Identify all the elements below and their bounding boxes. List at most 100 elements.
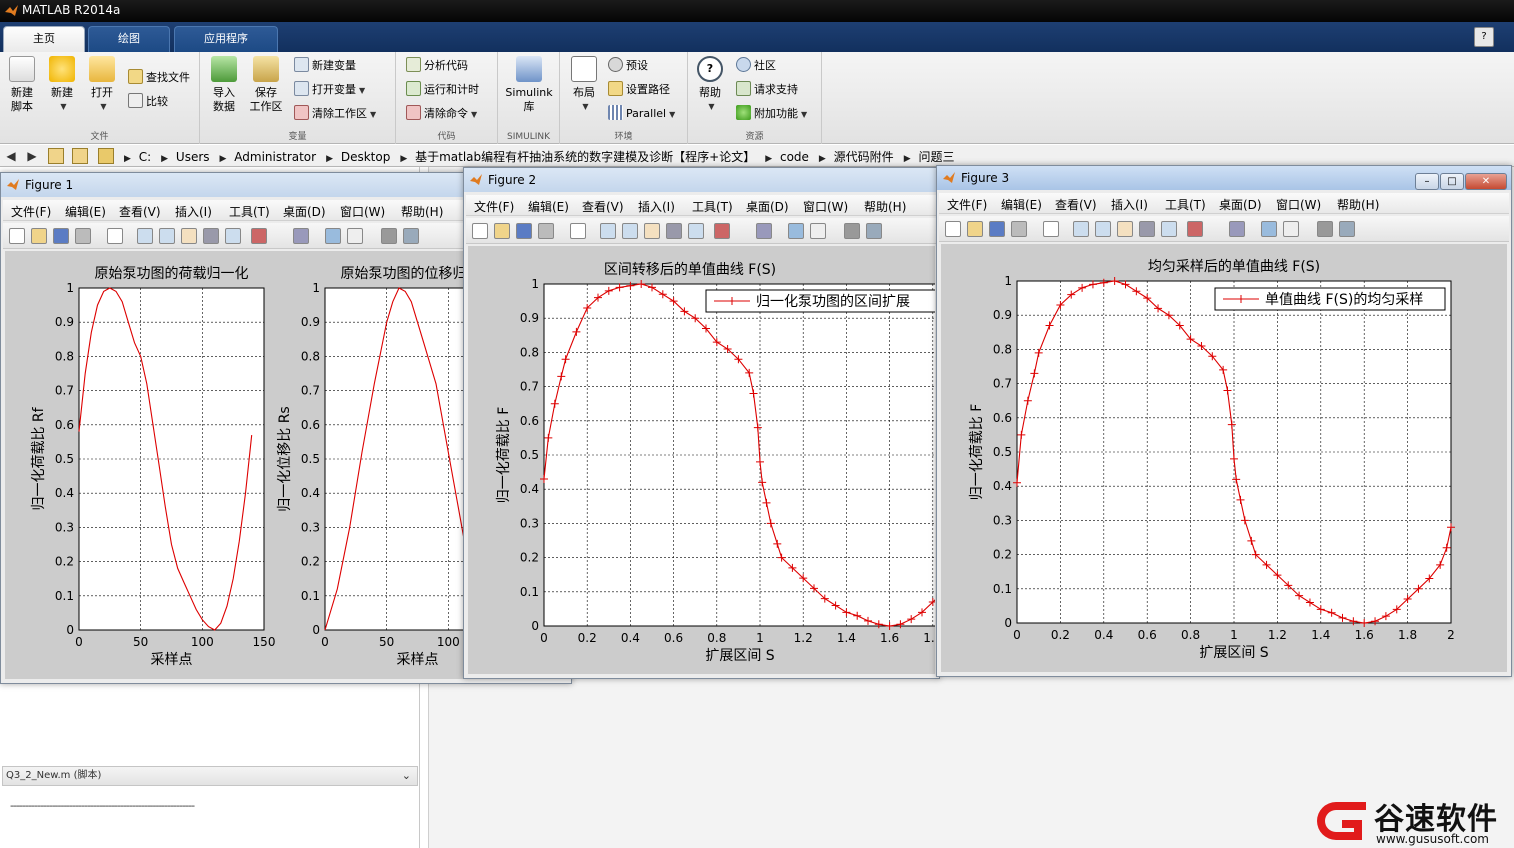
brush-icon[interactable] [714, 223, 730, 239]
open-variable-button[interactable]: 打开变量 ▼ [294, 80, 365, 100]
figure-canvas[interactable]: 0 0.1 0.2 0.3 0.4 0.5 0.6 0.7 0.8 0.9 1 0 0.2 0.4 0.6 0… [941, 244, 1507, 672]
figure-menu-item[interactable]: 工具(T) [229, 203, 270, 220]
breadcrumb-segment[interactable]: 源代码附件 [834, 150, 894, 164]
zoom-in-icon[interactable] [600, 223, 616, 239]
figure-menu-item[interactable]: 编辑(E) [1001, 196, 1042, 213]
find-files-button[interactable]: 查找文件 [128, 68, 190, 88]
clear-workspace-button[interactable]: 清除工作区 ▼ [294, 104, 376, 124]
back-arrow-icon[interactable]: ◀ [3, 148, 19, 164]
breadcrumb-segment[interactable]: C: [139, 150, 151, 164]
legend[interactable]: 归一化泵功图的区间扩展 [705, 289, 935, 313]
pan-icon[interactable] [1117, 221, 1133, 237]
figure-menu-item[interactable]: 查看(V) [119, 203, 161, 220]
print-icon[interactable] [1011, 221, 1027, 237]
legend-icon[interactable] [1283, 221, 1299, 237]
figure-3-window[interactable]: Figure 3 – □ ✕ 文件(F) 编辑(E) 查看(V) 插入(I) 工具(T) 桌面… [936, 165, 1512, 677]
rotate-icon[interactable] [203, 228, 219, 244]
layout-button[interactable]: 布局 ▼ [564, 56, 604, 114]
figure-menu-item[interactable]: 桌面(D) [746, 198, 789, 215]
parallel-button[interactable]: Parallel ▼ [608, 104, 675, 124]
colorbar-icon[interactable] [325, 228, 341, 244]
compare-button[interactable]: 比较 [128, 92, 168, 112]
figure-menu-item[interactable]: 工具(T) [692, 198, 733, 215]
zoom-out-icon[interactable] [622, 223, 638, 239]
figure-2-window[interactable]: Figure 2 文件(F) 编辑(E) 查看(V) 插入(I) 工具(T) 桌面(D) 窗… [463, 167, 940, 679]
preferences-button[interactable]: 预设 [608, 56, 648, 76]
print-icon[interactable] [538, 223, 554, 239]
show-tools-icon[interactable] [866, 223, 882, 239]
figure-menu-item[interactable]: 文件(F) [11, 203, 51, 220]
community-button[interactable]: 社区 [736, 56, 776, 76]
figure-menu-item[interactable]: 桌面(D) [283, 203, 326, 220]
pointer-icon[interactable] [570, 223, 586, 239]
simulink-library-button[interactable]: Simulink 库 [504, 56, 554, 114]
figure-title-bar[interactable]: Figure 3 – □ ✕ [937, 166, 1511, 190]
colorbar-icon[interactable] [1261, 221, 1277, 237]
pointer-icon[interactable] [1043, 221, 1059, 237]
data-cursor-icon[interactable] [688, 223, 704, 239]
save-icon[interactable] [989, 221, 1005, 237]
legend-icon[interactable] [810, 223, 826, 239]
figure-menu-item[interactable]: 帮助(H) [864, 198, 906, 215]
pan-icon[interactable] [644, 223, 660, 239]
open-file-icon[interactable] [967, 221, 983, 237]
run-and-time-button[interactable]: 运行和计时 [406, 80, 479, 100]
breadcrumb-segment[interactable]: Desktop [341, 150, 391, 164]
data-cursor-icon[interactable] [1161, 221, 1177, 237]
forward-arrow-icon[interactable]: ▶ [24, 148, 40, 164]
zoom-out-icon[interactable] [159, 228, 175, 244]
up-folder-icon[interactable] [48, 148, 64, 164]
maximize-icon[interactable]: □ [1440, 173, 1464, 190]
zoom-in-icon[interactable] [137, 228, 153, 244]
close-icon[interactable]: ✕ [1465, 173, 1507, 190]
analyze-code-button[interactable]: 分析代码 [406, 56, 468, 76]
link-icon[interactable] [1229, 221, 1245, 237]
open-button[interactable]: 打开 ▼ [82, 56, 122, 114]
figure-menu-item[interactable]: 查看(V) [582, 198, 624, 215]
hide-tools-icon[interactable] [381, 228, 397, 244]
minimize-icon[interactable]: – [1415, 173, 1439, 190]
hide-tools-icon[interactable] [844, 223, 860, 239]
quick-access-help-icon[interactable]: ? [1474, 27, 1494, 47]
legend-icon[interactable] [347, 228, 363, 244]
new-figure-icon[interactable] [945, 221, 961, 237]
breadcrumb-segment[interactable]: 基于matlab编程有杆抽油系统的数字建模及诊断【程序+论文】 [415, 150, 755, 164]
print-icon[interactable] [75, 228, 91, 244]
new-figure-icon[interactable] [472, 223, 488, 239]
tab-home[interactable]: 主页 [3, 26, 85, 52]
browse-folder-icon[interactable] [72, 148, 88, 164]
show-tools-icon[interactable] [403, 228, 419, 244]
figure-menu-item[interactable]: 查看(V) [1055, 196, 1097, 213]
figure-menu-item[interactable]: 插入(I) [175, 203, 212, 220]
figure-menu-item[interactable]: 帮助(H) [1337, 196, 1379, 213]
open-file-icon[interactable] [494, 223, 510, 239]
pointer-icon[interactable] [107, 228, 123, 244]
figure-menu-item[interactable]: 文件(F) [947, 196, 987, 213]
chevron-down-icon[interactable]: ⌄ [402, 767, 411, 785]
import-data-button[interactable]: 导入 数据 [204, 56, 244, 114]
data-cursor-icon[interactable] [225, 228, 241, 244]
tab-apps[interactable]: 应用程序 [174, 26, 278, 52]
figure-canvas[interactable]: 0 0.1 0.2 0.3 0.4 0.5 0.6 0.7 0.8 0.9 1 0 0.2 0.4 0.6 0… [468, 246, 935, 674]
breadcrumb-segment[interactable]: Users [176, 150, 210, 164]
hide-tools-icon[interactable] [1317, 221, 1333, 237]
tab-plots[interactable]: 绘图 [88, 26, 170, 52]
details-panel-header[interactable]: Q3_2_New.m (脚本) ⌄ [2, 766, 418, 786]
figure-menu-item[interactable]: 窗口(W) [1276, 196, 1321, 213]
rotate-icon[interactable] [1139, 221, 1155, 237]
open-file-icon[interactable] [31, 228, 47, 244]
colorbar-icon[interactable] [788, 223, 804, 239]
brush-icon[interactable] [251, 228, 267, 244]
figure-menu-item[interactable]: 工具(T) [1165, 196, 1206, 213]
save-icon[interactable] [516, 223, 532, 239]
figure-menu-item[interactable]: 窗口(W) [803, 198, 848, 215]
link-icon[interactable] [756, 223, 772, 239]
new-variable-button[interactable]: 新建变量 [294, 56, 356, 76]
zoom-out-icon[interactable] [1095, 221, 1111, 237]
figure-menu-item[interactable]: 帮助(H) [401, 203, 443, 220]
figure-menu-item[interactable]: 桌面(D) [1219, 196, 1262, 213]
breadcrumb-segment[interactable]: 问题三 [918, 150, 954, 164]
figure-menu-item[interactable]: 编辑(E) [65, 203, 106, 220]
help-button[interactable]: ? 帮助 ▼ [690, 56, 730, 114]
show-tools-icon[interactable] [1339, 221, 1355, 237]
